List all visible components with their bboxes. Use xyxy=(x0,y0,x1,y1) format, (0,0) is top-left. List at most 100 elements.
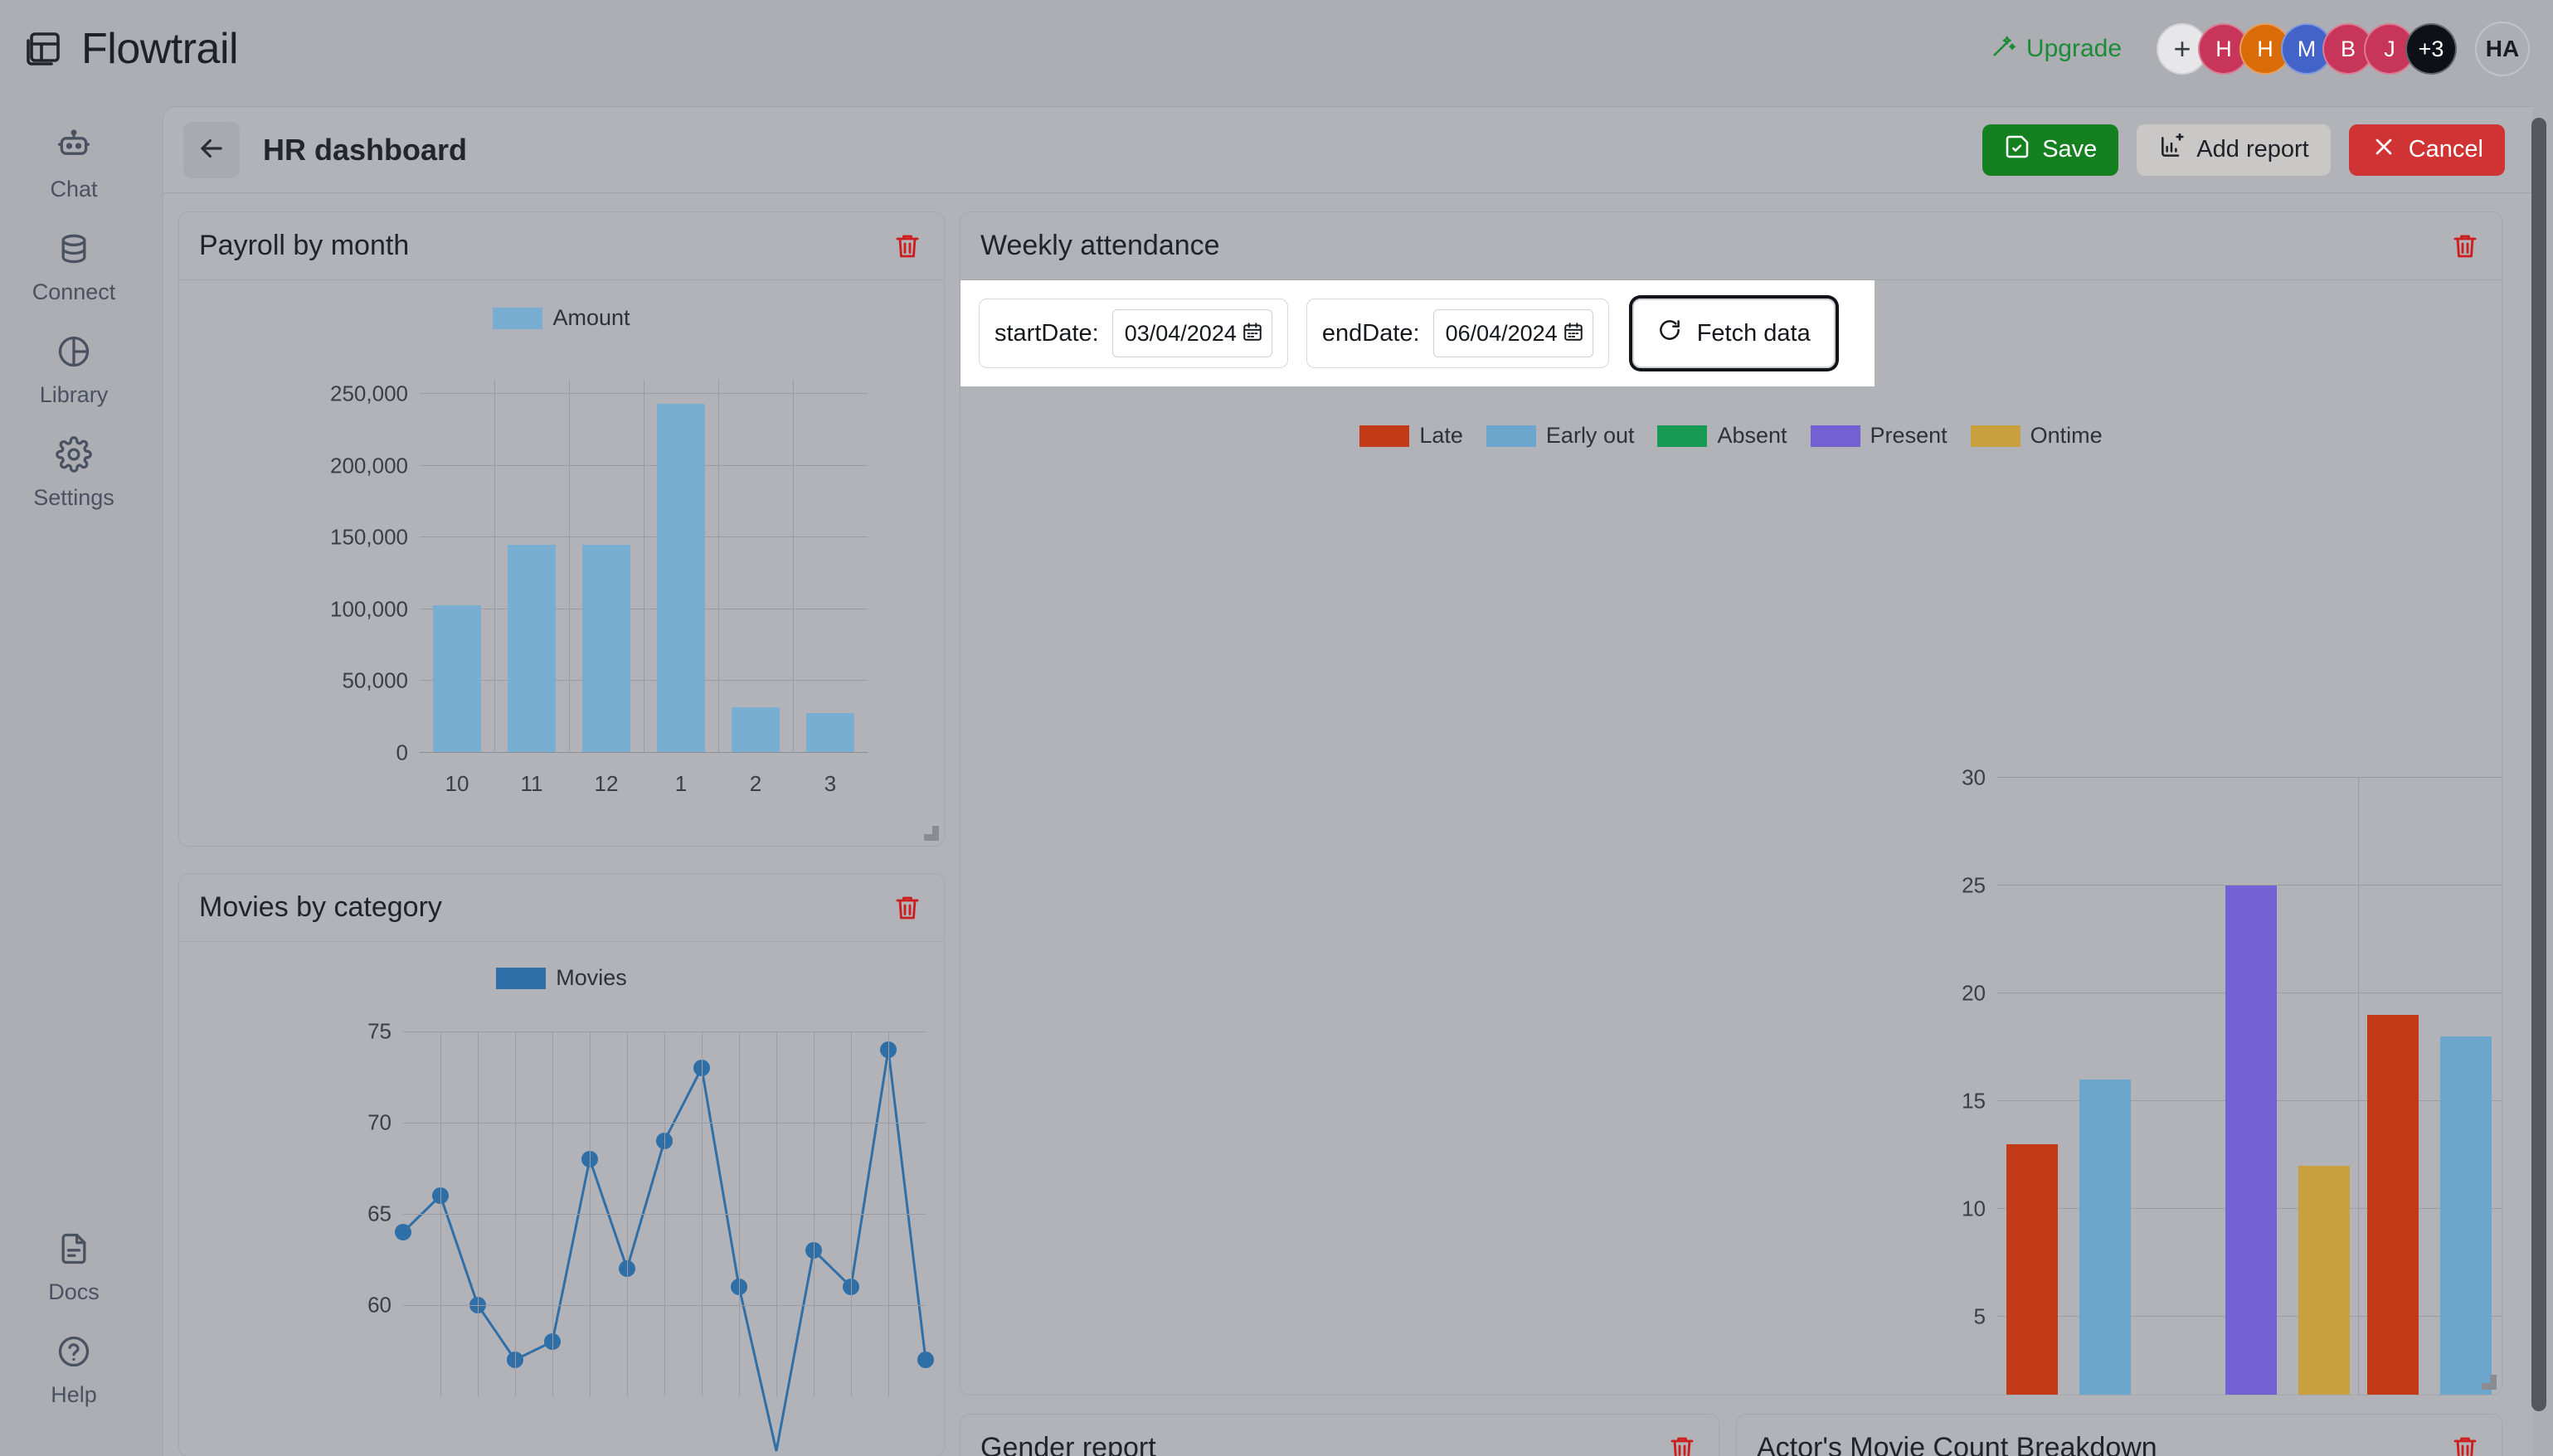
axis-y-tick-label: 150,000 xyxy=(330,524,408,550)
card-header: Weekly attendance xyxy=(960,212,2502,280)
sidebar-item-settings[interactable]: Settings xyxy=(12,423,136,526)
document-icon xyxy=(56,1230,92,1271)
save-icon xyxy=(2004,133,2030,167)
vgridline xyxy=(552,1031,553,1396)
legend-item[interactable]: Present xyxy=(1810,423,1948,449)
sidebar-item-label: Chat xyxy=(50,177,98,201)
sidebar-item-label: Library xyxy=(39,382,109,407)
axis-x-tick-label: 12 xyxy=(594,771,619,796)
page-scrollbar[interactable] xyxy=(2530,108,2548,1451)
payroll-plot-area: 0 50,000 100,000 150,000 200,000 250,000 10 11 1… xyxy=(330,380,868,796)
brand-name: Flowtrail xyxy=(81,25,239,73)
card-title: Weekly attendance xyxy=(980,230,1220,261)
cancel-button[interactable]: Cancel xyxy=(2348,124,2505,176)
add-chart-icon xyxy=(2158,132,2185,167)
axis-y-tick-label: 100,000 xyxy=(330,596,408,622)
legend-label: Late xyxy=(1419,423,1463,448)
sidebar-item-chat[interactable]: Chat xyxy=(12,114,136,217)
trash-icon[interactable] xyxy=(2450,1434,2480,1456)
axis-y-tick-label: 20 xyxy=(1962,980,1986,1006)
sidebar-item-library[interactable]: Library xyxy=(12,320,136,423)
axis-x-tick-label: 3 xyxy=(824,771,837,796)
calendar-icon[interactable] xyxy=(1563,321,1584,347)
vgridline xyxy=(569,380,570,753)
resize-handle[interactable] xyxy=(2478,1371,2497,1390)
sidebar: Chat Connect Library Settings Docs Help xyxy=(0,98,148,1456)
axis-x-tick-label: 1 xyxy=(674,771,688,796)
card-weekly-attendance: Weekly attendance startDate: 03/04/2024 xyxy=(960,211,2502,1395)
save-button[interactable]: Save xyxy=(1982,124,2119,176)
bar xyxy=(2225,886,2277,1395)
legend-item[interactable]: Absent xyxy=(1657,423,1787,449)
app-root: Flowtrail Upgrade + H H M B J +3 HA Chat… xyxy=(0,0,2553,1456)
trash-icon[interactable] xyxy=(1667,1434,1697,1456)
top-bar: Flowtrail Upgrade + H H M B J +3 HA xyxy=(0,0,2553,98)
legend-swatch xyxy=(493,307,543,329)
card-body: Movies 60 65 70 75 xyxy=(179,942,944,1456)
legend-item[interactable]: Amount xyxy=(493,305,630,331)
back-button[interactable] xyxy=(183,121,240,178)
brand[interactable]: Flowtrail xyxy=(25,24,239,74)
resize-handle[interactable] xyxy=(921,823,939,841)
current-user-avatar[interactable]: HA xyxy=(2475,22,2530,76)
legend-swatch xyxy=(1810,425,1860,447)
trash-icon[interactable] xyxy=(892,893,922,923)
axis-y-tick-label: 15 xyxy=(1962,1088,1986,1114)
legend-item[interactable]: Early out xyxy=(1486,423,1634,449)
sidebar-item-label: Docs xyxy=(48,1279,100,1304)
card-header: Actor's Movie Count Breakdown xyxy=(1737,1415,2502,1456)
axis-y-tick-label: 70 xyxy=(367,1109,391,1135)
legend-label: Present xyxy=(1870,423,1948,448)
axis-y-tick-label: 75 xyxy=(367,1018,391,1044)
vgridline xyxy=(664,1031,665,1396)
chart-legend: Movies xyxy=(179,965,944,991)
bar xyxy=(582,545,630,753)
add-report-button[interactable]: Add report xyxy=(2137,124,2331,176)
legend-item[interactable]: Ontime xyxy=(1970,423,2103,449)
card-header: Gender report xyxy=(960,1415,1719,1456)
axis-y-tick-label: 30 xyxy=(1962,764,1986,790)
start-date-label: startDate: xyxy=(994,319,1099,347)
avatar-group: + H H M B J +3 xyxy=(2157,23,2457,75)
fetch-data-button[interactable]: Fetch data xyxy=(1631,298,1836,368)
card-title: Payroll by month xyxy=(199,230,410,261)
close-icon xyxy=(2371,133,2397,167)
arrow-left-icon xyxy=(196,133,227,167)
trash-icon[interactable] xyxy=(892,231,922,261)
end-date-input[interactable]: 06/04/2024 xyxy=(1432,309,1593,357)
bar xyxy=(2006,1144,2058,1395)
vgridline xyxy=(478,1031,479,1396)
scrollbar-thumb[interactable] xyxy=(2531,118,2546,1411)
vgridline xyxy=(718,380,719,753)
refresh-icon xyxy=(1657,318,1682,349)
page-title: HR dashboard xyxy=(263,132,468,167)
legend-item[interactable]: Late xyxy=(1359,423,1463,449)
legend-item[interactable]: Movies xyxy=(496,965,627,991)
sidebar-item-help[interactable]: Help xyxy=(12,1320,136,1423)
bar xyxy=(2298,1166,2350,1395)
legend-swatch xyxy=(496,967,547,989)
card-payroll-by-month: Payroll by month Amount 0 50,000 100,000… xyxy=(178,211,945,847)
dashboard-sheet: HR dashboard Save Add report Cancel Payr… xyxy=(163,106,2533,1456)
trash-icon[interactable] xyxy=(2450,231,2480,261)
bar xyxy=(508,545,556,753)
calendar-icon[interactable] xyxy=(1242,321,1263,347)
card-title: Movies by category xyxy=(199,891,442,923)
bar xyxy=(657,404,705,753)
start-date-field: startDate: 03/04/2024 xyxy=(979,298,1288,368)
bar xyxy=(2079,1080,2131,1395)
axis-y-tick-label: 60 xyxy=(367,1292,391,1318)
avatar-overflow-count[interactable]: +3 xyxy=(2405,23,2457,75)
magic-wand-icon xyxy=(1991,33,2016,65)
axis-x-tick-label: 10 xyxy=(445,771,469,796)
chart-legend: Amount xyxy=(179,305,944,331)
sidebar-bottom: Docs Help xyxy=(12,1217,136,1456)
pie-circle-icon xyxy=(56,333,92,374)
sidebar-item-connect[interactable]: Connect xyxy=(12,217,136,320)
sidebar-item-docs[interactable]: Docs xyxy=(12,1217,136,1320)
bar xyxy=(806,712,854,753)
card-header: Payroll by month xyxy=(179,212,944,280)
start-date-input[interactable]: 03/04/2024 xyxy=(1111,309,1272,357)
cancel-label: Cancel xyxy=(2408,136,2483,163)
upgrade-button[interactable]: Upgrade xyxy=(1991,33,2122,65)
